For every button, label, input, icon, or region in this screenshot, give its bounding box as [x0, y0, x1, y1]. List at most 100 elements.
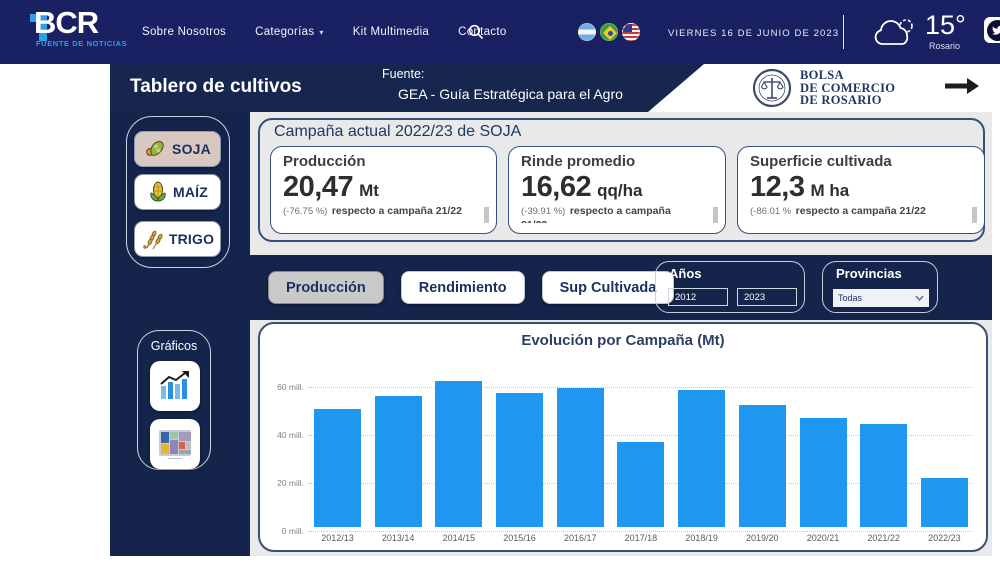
x-tick-label: 2015/16	[496, 533, 543, 543]
current-date: VIERNES 16 DE JUNIO DE 2023	[668, 28, 839, 39]
bar-2021-22[interactable]	[860, 424, 907, 527]
crop-button-soja[interactable]: SOJA	[134, 131, 221, 167]
chevron-down-icon	[915, 295, 924, 301]
provinces-dropdown[interactable]: Todas	[833, 289, 929, 307]
cloud-icon	[872, 17, 918, 54]
chart-section: Evolución por Campaña (Mt) 0 mill. 20 mil…	[250, 320, 992, 556]
filter-band: Producción Rendimiento Sup Cultivada Año…	[250, 255, 992, 320]
wheat-icon	[141, 228, 165, 250]
provinces-filter-group: Provincias Todas	[822, 261, 938, 313]
card-scrollbar[interactable]	[484, 207, 489, 223]
bcr-logo-text: BCR	[34, 5, 98, 41]
evolution-chart-panel: Evolución por Campaña (Mt) 0 mill. 20 mil…	[258, 322, 988, 552]
bar-2013-14[interactable]	[375, 396, 422, 527]
y-tick-label: 0 mill.	[262, 526, 304, 536]
x-tick-label: 2018/19	[678, 533, 725, 543]
argentina-flag-icon[interactable]	[578, 23, 596, 41]
soybean-icon	[144, 138, 168, 160]
current-campaign-section: Campaña actual 2022/23 de SOJA Producció…	[250, 112, 992, 255]
chart-x-axis: 2012/13 2013/14 2014/15 2015/16 2016/17 2017/…	[314, 533, 968, 543]
current-campaign-panel: Campaña actual 2022/23 de SOJA Producció…	[258, 118, 985, 242]
bcr-logo[interactable]: BCR FUENTE DE NOTICIAS	[12, 7, 132, 59]
y-tick-label: 20 mill.	[262, 478, 304, 488]
bcr-logo-subtitle: FUENTE DE NOTICIAS	[36, 39, 127, 48]
metric-button-produccion[interactable]: Producción	[268, 271, 384, 304]
x-tick-label: 2021/22	[860, 533, 907, 543]
y-tick-label: 60 mill.	[262, 382, 304, 392]
org-name-line3: DE ROSARIO	[800, 94, 895, 107]
brazil-flag-icon[interactable]	[600, 23, 618, 41]
stat-card-rinde: Rinde promedio 16,62qq/ha (-39.91 %) res…	[508, 146, 726, 234]
x-tick-label: 2013/14	[375, 533, 422, 543]
bolsa-comercio-rosario-logo: BOLSA DE COMERCIO DE ROSARIO	[752, 68, 895, 108]
campaign-title: Campaña actual 2022/23 de SOJA	[274, 123, 521, 141]
source-value: GEA - Guía Estratégica para el Agro	[398, 86, 623, 102]
years-label: Años	[669, 266, 702, 281]
produccion-value: 20,47	[283, 171, 353, 203]
org-name-line1: BOLSA	[800, 69, 895, 82]
next-arrow-button[interactable]	[944, 77, 980, 100]
card-scrollbar[interactable]	[972, 207, 977, 223]
x-tick-label: 2014/15	[435, 533, 482, 543]
stat-card-produccion: Producción 20,47Mt (-76.75 %) respecto a…	[270, 146, 497, 234]
graphs-label: Gráficos	[138, 339, 210, 353]
top-navbar: BCR FUENTE DE NOTICIAS Sobre Nosotros Ca…	[0, 0, 1000, 64]
temperature-value: 15°	[925, 10, 966, 41]
year-from-input[interactable]	[668, 288, 728, 306]
language-flags	[578, 23, 640, 41]
bar-2017-18[interactable]	[617, 442, 664, 527]
card-scrollbar[interactable]	[713, 207, 718, 223]
crop-selector-group: SOJA MAÍZ	[126, 116, 230, 268]
crop-button-maiz[interactable]: MAÍZ	[134, 174, 221, 210]
x-tick-label: 2012/13	[314, 533, 361, 543]
metric-button-rendimiento[interactable]: Rendimiento	[401, 271, 525, 304]
rinde-value: 16,62	[521, 171, 591, 203]
usa-flag-icon[interactable]	[622, 23, 640, 41]
x-tick-label: 2020/21	[800, 533, 847, 543]
search-icon[interactable]	[468, 24, 484, 45]
x-tick-label: 2019/20	[739, 533, 786, 543]
nav-item-sobre-nosotros[interactable]: Sobre Nosotros	[142, 26, 226, 38]
years-filter-group: Años	[655, 261, 805, 313]
superficie-value: 12,3	[750, 171, 804, 203]
bcr-dashboard-screen: BCR FUENTE DE NOTICIAS Sobre Nosotros Ca…	[0, 0, 1000, 569]
twitter-icon	[987, 20, 1000, 41]
bar-chart-icon	[158, 369, 192, 403]
provinces-label: Provincias	[836, 266, 902, 281]
y-tick-label: 40 mill.	[262, 430, 304, 440]
bcr-seal-icon	[752, 68, 792, 108]
stat-card-superficie: Superficie cultivada 12,3M ha (-86.01 % …	[737, 146, 985, 234]
weather-city: Rosario	[929, 41, 960, 51]
year-to-input[interactable]	[737, 288, 797, 306]
page-title: Tablero de cultivos	[130, 76, 302, 98]
corn-icon	[147, 181, 169, 203]
nav-divider	[843, 15, 844, 49]
bar-2014-15[interactable]	[435, 381, 482, 527]
gridline	[308, 531, 972, 532]
chart-bars	[314, 357, 968, 527]
bar-2012-13[interactable]	[314, 409, 361, 527]
nav-menu: Sobre Nosotros Categorías▾ Kit Multimedi…	[142, 0, 507, 64]
twitter-button[interactable]	[984, 17, 1000, 43]
bar-2020-21[interactable]	[800, 418, 847, 527]
nav-item-categorias[interactable]: Categorías▾	[255, 26, 324, 38]
bar-2015-16[interactable]	[496, 393, 543, 527]
x-tick-label: 2016/17	[557, 533, 604, 543]
graphs-group: Gráficos	[137, 330, 211, 470]
crop-button-trigo[interactable]: TRIGO	[134, 221, 221, 257]
nav-item-kit-multimedia[interactable]: Kit Multimedia	[353, 26, 429, 38]
bar-chart-view-button[interactable]	[150, 361, 200, 411]
treemap-view-button[interactable]	[150, 419, 200, 469]
provinces-selected-value: Todas	[838, 293, 862, 303]
bar-2018-19[interactable]	[678, 390, 725, 527]
source-label: Fuente:	[382, 67, 424, 81]
x-tick-label: 2017/18	[617, 533, 664, 543]
bar-2019-20[interactable]	[739, 405, 786, 527]
bar-2022-23[interactable]	[921, 478, 968, 527]
chart-title: Evolución por Campaña (Mt)	[260, 332, 986, 349]
bar-2016-17[interactable]	[557, 388, 604, 527]
treemap-icon	[157, 428, 193, 460]
crop-sidebar: SOJA MAÍZ	[110, 112, 250, 556]
x-tick-label: 2022/23	[921, 533, 968, 543]
chevron-down-icon: ▾	[319, 28, 323, 37]
